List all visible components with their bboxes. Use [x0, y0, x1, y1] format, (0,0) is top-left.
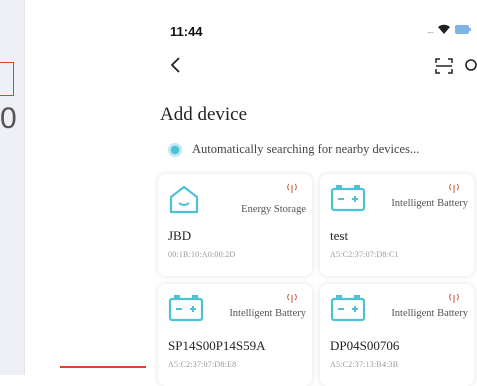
signal-icon: .... [426, 24, 434, 35]
device-mac: 00:1B:10:A0:00:2D [168, 250, 236, 259]
search-status-text: Automatically searching for nearby devic… [192, 142, 420, 156]
device-type: Intelligent Battery [391, 198, 468, 209]
battery-icon [330, 185, 366, 212]
search-status: Automatically searching for nearby devic… [168, 142, 419, 157]
battery-icon [330, 295, 366, 322]
annotation-arrow [60, 362, 166, 372]
status-icons: .... [426, 24, 471, 35]
device-name: SP14S00P14S59A [168, 338, 266, 353]
device-name: JBD [168, 228, 192, 243]
device-card[interactable]: Intelligent Battery DP04S00706 A5:C2:37:… [320, 284, 474, 386]
device-type: Energy Storage [241, 204, 306, 215]
device-type: Intelligent Battery [391, 308, 468, 319]
battery-status-icon [455, 25, 471, 34]
device-card[interactable]: Energy Storage JBD 00:1B:10:A0:00:2D [158, 174, 312, 276]
scan-icon[interactable] [435, 58, 453, 74]
bluetooth-signal-icon [449, 183, 459, 193]
phone-screen: 11:44 .... Add device Automatically sear… [146, 0, 477, 386]
device-card[interactable]: Intelligent Battery test A5:C2:37:07:D8:… [320, 174, 474, 276]
page-title: Add device [160, 104, 248, 125]
annotation-box [0, 62, 14, 96]
wifi-icon [438, 24, 450, 34]
search-icon[interactable] [463, 58, 477, 74]
device-type: Intelligent Battery [229, 308, 306, 319]
battery-icon [168, 295, 204, 322]
device-name: test [330, 228, 349, 243]
adjacent-panel: 0 [0, 0, 25, 375]
searching-indicator-icon [168, 142, 182, 157]
back-arrow-icon[interactable] [168, 56, 184, 74]
device-mac: A5:C2:37:07:D8:E8 [168, 360, 237, 369]
device-mac: A5:C2:37:07:D8:C1 [330, 250, 399, 259]
partial-glyph: 0 [0, 102, 17, 135]
device-card[interactable]: Intelligent Battery SP14S00P14S59A A5:C2… [158, 284, 312, 386]
bluetooth-signal-icon [287, 183, 297, 193]
status-time: 11:44 [170, 24, 203, 39]
home-battery-icon [169, 185, 199, 214]
bluetooth-signal-icon [287, 293, 297, 303]
device-mac: A5:C2:37:13:B4:3B [330, 360, 399, 369]
bluetooth-signal-icon [449, 293, 459, 303]
device-name: DP04S00706 [330, 338, 400, 353]
